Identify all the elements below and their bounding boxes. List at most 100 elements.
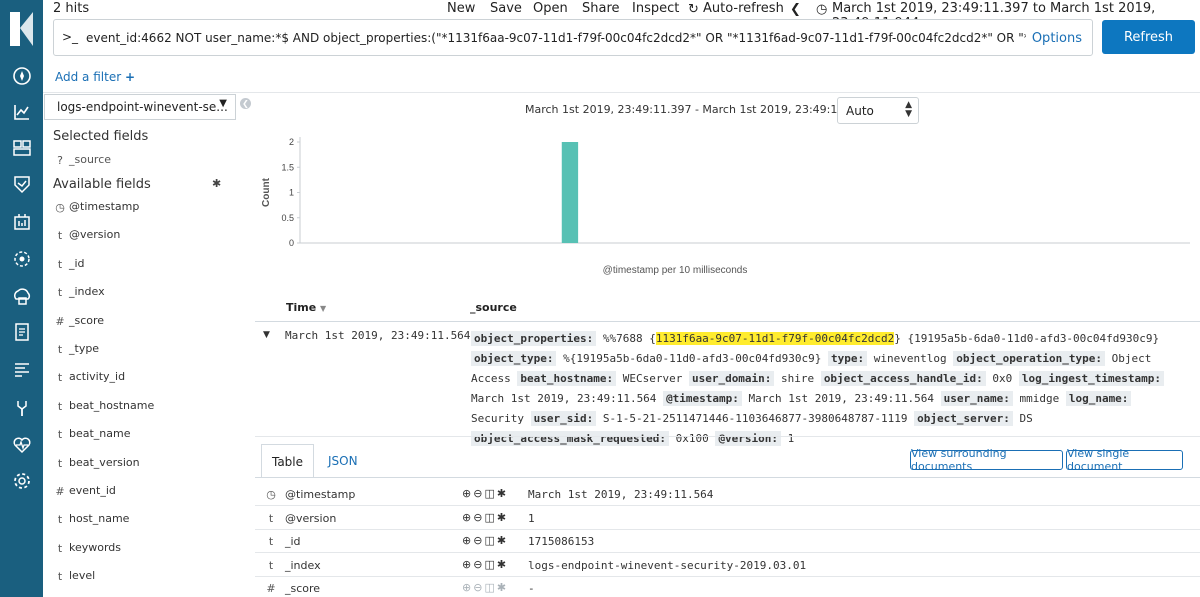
discover-compass-icon[interactable] — [0, 58, 43, 94]
filter-for-value-icon[interactable]: ⊕ — [462, 487, 473, 500]
sidebar-field-timestamp[interactable]: ◷ @timestamp — [44, 197, 236, 219]
source-key: object_access_handle_id: — [820, 371, 986, 386]
source-value: DS — [1012, 412, 1033, 425]
field-name: beat_version — [69, 455, 140, 469]
auto-refresh-menu-item[interactable]: Auto-refresh — [703, 1, 784, 16]
timelion-shield-icon[interactable] — [0, 166, 43, 202]
source-key: object_operation_type: — [953, 351, 1105, 366]
toggle-column-icon[interactable]: ◫ — [484, 487, 496, 500]
view-surrounding-documents-button[interactable]: View surrounding documents — [910, 447, 1063, 473]
filter-for-value-icon[interactable]: ⊕ — [462, 511, 473, 524]
detail-row: t _index ⊕⊖◫✱ logs-endpoint-winevent-securi… — [255, 554, 1200, 577]
source-key: beat_hostname: — [517, 371, 617, 386]
sidebar-field-beatname[interactable]: t beat_name — [44, 424, 236, 446]
sort-caret-icon[interactable]: ▼ — [320, 304, 326, 313]
sidebar-field-id[interactable]: t _id — [44, 254, 236, 276]
search-input[interactable]: event_id:4662 NOT user_name:*$ AND objec… — [86, 31, 1026, 45]
logs-icon[interactable] — [0, 314, 43, 350]
filter-exists-icon[interactable]: ✱ — [497, 534, 508, 547]
query-bar[interactable]: >_ event_id:4662 NOT user_name:*$ AND ob… — [53, 19, 1093, 56]
search-highlight: 1131f6aa-9c07-11d1-f79f-00c04fc2dcd2 — [655, 332, 895, 345]
sidebar-field-version[interactable]: t @version — [44, 225, 236, 247]
index-pattern-select[interactable]: logs-endpoint-winevent-se... ▼ — [44, 94, 236, 120]
sidebar-field-index[interactable]: t _index — [44, 282, 236, 304]
filter-out-value-icon[interactable]: ⊖ — [473, 487, 484, 500]
source-key: log_name: — [1065, 391, 1132, 406]
collapse-sidebar-icon[interactable]: ❮ — [240, 98, 251, 109]
detail-field-value: 1715086153 — [528, 535, 595, 548]
filter-exists-icon[interactable]: ✱ — [497, 511, 508, 524]
filter-exists-icon[interactable]: ✱ — [497, 487, 508, 500]
management-gear-icon[interactable] — [0, 463, 43, 499]
string-type-icon: t — [57, 570, 63, 584]
selected-fields-heading: Selected fields — [53, 129, 149, 144]
sidebar-field-activityid[interactable]: t activity_id — [44, 367, 236, 389]
top-nav-bar: 2 hits New Save Open Share Inspect ↻ Aut… — [43, 0, 1200, 31]
detail-field-name: _index — [285, 558, 321, 572]
source-value: S-1-5-21-2511471446-1103646877-398064878… — [596, 412, 908, 425]
sidebar-field-beathostname[interactable]: t beat_hostname — [44, 396, 236, 418]
open-menu-item[interactable]: Open — [533, 1, 568, 16]
sidebar-field-eventid[interactable]: # event_id — [44, 481, 236, 503]
clock-icon[interactable]: ◷ — [816, 2, 827, 17]
filter-out-value-icon[interactable]: ⊖ — [473, 558, 484, 571]
auto-refresh-icon[interactable]: ↻ — [688, 2, 699, 17]
field-settings-gear-icon[interactable]: ✱ — [212, 177, 221, 190]
time-column-label: Time — [286, 301, 317, 314]
field-actions: ⊕⊖◫✱ — [462, 558, 508, 571]
add-filter-button[interactable]: Add a filter + — [55, 70, 135, 84]
dev-tools-wrench-icon[interactable] — [0, 390, 43, 426]
filter-out-value-icon[interactable]: ⊖ — [473, 511, 484, 524]
y-axis-label: Count — [261, 177, 272, 207]
hits-count: 2 hits — [53, 1, 90, 16]
field-name: keywords — [69, 540, 122, 554]
source-value: Security — [471, 412, 524, 425]
toggle-column-icon[interactable]: ◫ — [484, 534, 496, 547]
filter-for-value-icon[interactable]: ⊕ — [462, 534, 473, 547]
y-tick-label: 2 — [289, 137, 294, 147]
infrastructure-icon[interactable] — [0, 278, 43, 314]
inspect-menu-item[interactable]: Inspect — [632, 1, 679, 16]
field-name: @timestamp — [69, 200, 140, 213]
ml-network-icon[interactable] — [0, 241, 43, 277]
share-menu-item[interactable]: Share — [582, 1, 620, 16]
kibana-logo-icon[interactable] — [0, 0, 43, 58]
source-value: %%7688 { — [596, 332, 656, 345]
tab-table[interactable]: Table — [261, 444, 314, 478]
source-value: shire — [774, 372, 815, 385]
refresh-button[interactable]: Refresh — [1102, 20, 1195, 54]
visualize-chart-icon[interactable] — [0, 94, 43, 130]
x-axis-label: @timestamp per 10 milliseconds — [603, 265, 748, 276]
apm-icon[interactable] — [0, 351, 43, 387]
view-single-document-button[interactable]: View single document — [1066, 447, 1183, 473]
dashboard-icon[interactable] — [0, 130, 43, 166]
unknown-type-icon: ? — [57, 154, 63, 167]
options-button[interactable]: Options — [1032, 31, 1082, 46]
time-column-header[interactable]: Time ▼ — [286, 301, 326, 314]
selected-field-item[interactable]: ? _source — [44, 150, 236, 172]
field-name: level — [69, 569, 96, 583]
sidebar-field-beatversion[interactable]: t beat_version — [44, 453, 236, 475]
filter-for-value-icon[interactable]: ⊕ — [462, 558, 473, 571]
filter-out-value-icon[interactable]: ⊖ — [473, 534, 484, 547]
string-type-icon: t — [268, 558, 274, 572]
monitoring-heartbeat-icon[interactable] — [0, 427, 43, 463]
new-menu-item[interactable]: New — [447, 1, 475, 16]
tab-json[interactable]: JSON — [328, 454, 358, 468]
toggle-column-icon[interactable]: ◫ — [484, 558, 496, 571]
sidebar-field-level[interactable]: t level — [44, 566, 236, 588]
source-key: @timestamp: — [663, 391, 742, 406]
time-back-chevron-icon[interactable]: ❮ — [790, 2, 801, 17]
sidebar-field-type[interactable]: t _type — [44, 339, 236, 361]
sidebar-field-keywords[interactable]: t keywords — [44, 538, 236, 560]
filter-exists-icon[interactable]: ✱ — [497, 558, 508, 571]
field-name: _source — [69, 153, 112, 166]
y-tick-label: 0.5 — [281, 213, 294, 223]
sidebar-field-score[interactable]: # _score — [44, 311, 236, 333]
toggle-column-icon[interactable]: ◫ — [484, 511, 496, 524]
row-timestamp: March 1st 2019, 23:49:11.564 — [285, 329, 471, 342]
save-menu-item[interactable]: Save — [490, 1, 522, 16]
canvas-icon[interactable] — [0, 204, 43, 240]
sidebar-field-hostname[interactable]: t host_name — [44, 509, 236, 531]
row-expand-caret-icon[interactable]: ▼ — [263, 330, 270, 340]
